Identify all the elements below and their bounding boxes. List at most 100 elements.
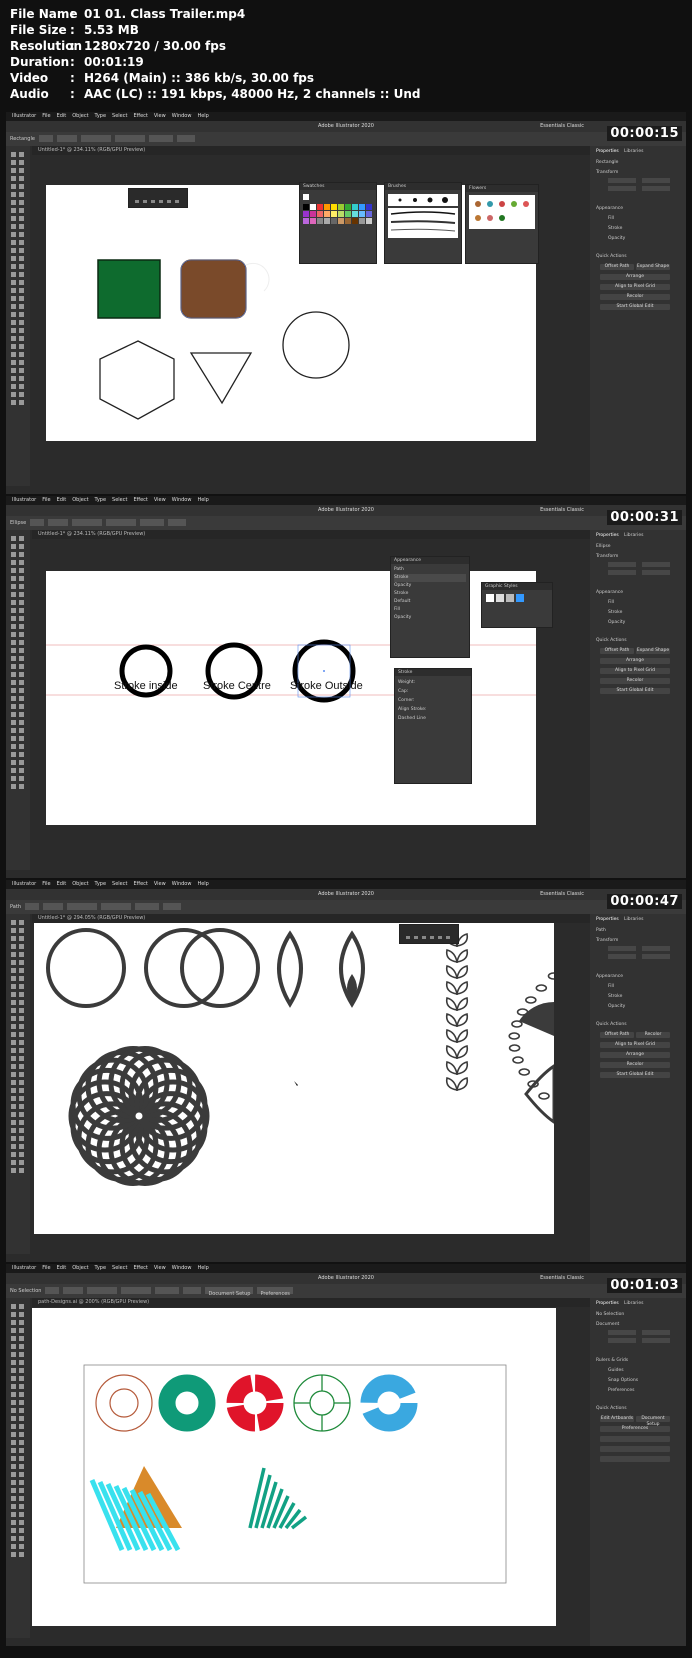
tool-icon[interactable] xyxy=(11,376,16,381)
menu-item[interactable]: Illustrator xyxy=(12,113,36,119)
opacity-field[interactable] xyxy=(155,1287,180,1294)
quick-action-2[interactable]: Recolor xyxy=(636,1032,670,1038)
swatch-chip[interactable] xyxy=(345,218,351,224)
variable-width[interactable] xyxy=(66,903,97,910)
menu-item[interactable]: File xyxy=(42,881,50,887)
tool-icon[interactable] xyxy=(19,592,24,597)
appearance-panel[interactable]: Appearance Path Stroke Opacity Stroke De… xyxy=(390,556,470,658)
h-field[interactable] xyxy=(642,1338,670,1343)
tab-properties[interactable]: Properties xyxy=(596,916,619,924)
y-field[interactable] xyxy=(608,570,636,575)
tool-icon[interactable] xyxy=(19,1336,24,1341)
h-field[interactable] xyxy=(642,570,670,575)
shape-toolbar-floating[interactable] xyxy=(128,188,188,208)
tool-icon[interactable] xyxy=(19,992,24,997)
tool-icon[interactable] xyxy=(19,272,24,277)
swatch-chip[interactable] xyxy=(352,211,358,217)
tool-icon[interactable] xyxy=(11,160,16,165)
tool-icon[interactable] xyxy=(11,384,16,389)
tool-icon[interactable] xyxy=(11,1512,16,1517)
graphic-styles-panel[interactable]: Graphic Styles xyxy=(481,582,553,628)
menu-item[interactable]: View xyxy=(154,113,166,119)
tool-icon[interactable] xyxy=(19,1384,24,1389)
tool-icon[interactable] xyxy=(19,320,24,325)
tool-icon[interactable] xyxy=(11,1128,16,1133)
laurel-wreath[interactable] xyxy=(508,972,560,1100)
fill-label[interactable]: Guides xyxy=(608,1368,624,1373)
tool-icon[interactable] xyxy=(11,768,16,773)
swatch-chip[interactable] xyxy=(324,204,330,210)
tool-icon[interactable] xyxy=(19,944,24,949)
tool-icon[interactable] xyxy=(19,728,24,733)
tool-icon[interactable] xyxy=(11,232,16,237)
stroke-label[interactable]: Stroke xyxy=(608,610,622,615)
tool-icon[interactable] xyxy=(11,1352,16,1357)
swatch-chip[interactable] xyxy=(366,211,372,217)
semicircle-shape[interactable] xyxy=(519,1002,554,1036)
tool-icon[interactable] xyxy=(11,968,16,973)
tool-icon[interactable] xyxy=(11,976,16,981)
tool-icon[interactable] xyxy=(11,1464,16,1469)
quick-action-3[interactable]: Preferences xyxy=(600,1426,670,1432)
tool-icon[interactable] xyxy=(11,1504,16,1509)
x-field[interactable] xyxy=(608,1330,636,1335)
tool-icon[interactable] xyxy=(11,744,16,749)
menu-item[interactable]: Window xyxy=(172,881,192,887)
appearance-opacity[interactable]: Opacity xyxy=(394,582,466,590)
tool-icon[interactable] xyxy=(19,984,24,989)
swatch-grid[interactable] xyxy=(300,190,376,260)
tool-icon[interactable] xyxy=(19,1040,24,1045)
tool-icon[interactable] xyxy=(19,1520,24,1525)
w-field[interactable] xyxy=(642,178,670,183)
brown-rounded-rect[interactable] xyxy=(180,259,247,319)
variable-width[interactable] xyxy=(87,1287,118,1294)
tool-icon[interactable] xyxy=(11,176,16,181)
tab-libraries[interactable]: Libraries xyxy=(624,1300,643,1308)
swatch-chip[interactable] xyxy=(317,218,323,224)
swatch-chip[interactable] xyxy=(352,204,358,210)
tool-icon[interactable] xyxy=(19,168,24,173)
tool-icon[interactable] xyxy=(19,1008,24,1013)
quick-action-3[interactable]: Arrange xyxy=(600,658,670,664)
tool-icon[interactable] xyxy=(11,1336,16,1341)
tool-icon[interactable] xyxy=(19,192,24,197)
menu-item[interactable]: Illustrator xyxy=(12,881,36,887)
quick-action-3[interactable]: Align to Pixel Grid xyxy=(600,1042,670,1048)
tool-icon[interactable] xyxy=(19,208,24,213)
menu-item[interactable]: File xyxy=(42,1265,50,1271)
menu-item[interactable]: Select xyxy=(112,1265,127,1271)
tool-icon[interactable] xyxy=(19,256,24,261)
tool-icon[interactable] xyxy=(19,1368,24,1373)
style-picker[interactable] xyxy=(168,519,187,526)
quick-action-6[interactable] xyxy=(600,1456,670,1462)
brushes-panel[interactable]: Brushes xyxy=(384,182,462,264)
tool-icon[interactable] xyxy=(11,1400,16,1405)
menu-item[interactable]: Edit xyxy=(57,1265,67,1271)
quick-action-1[interactable]: Offset Path xyxy=(600,648,634,654)
tool-icon[interactable] xyxy=(19,688,24,693)
tool-icon[interactable] xyxy=(11,1088,16,1093)
tool-icon[interactable] xyxy=(19,544,24,549)
menu-item[interactable]: Effect xyxy=(133,881,147,887)
tool-icon[interactable] xyxy=(19,608,24,613)
stroke-weight[interactable] xyxy=(56,135,77,142)
tool-icon[interactable] xyxy=(19,920,24,925)
tab-libraries[interactable]: Libraries xyxy=(624,916,643,924)
tool-icon[interactable] xyxy=(19,960,24,965)
tool-icon[interactable] xyxy=(11,1072,16,1077)
tool-icon[interactable] xyxy=(11,1032,16,1037)
tool-icon[interactable] xyxy=(19,384,24,389)
tool-icon[interactable] xyxy=(19,1136,24,1141)
tool-icon[interactable] xyxy=(19,664,24,669)
tool-icon[interactable] xyxy=(11,960,16,965)
fill-swatch[interactable] xyxy=(45,1287,60,1294)
menu-item[interactable]: Object xyxy=(72,881,88,887)
tool-icon[interactable] xyxy=(19,304,24,309)
tool-icon[interactable] xyxy=(19,680,24,685)
tool-icon[interactable] xyxy=(11,168,16,173)
tool-icon[interactable] xyxy=(11,1136,16,1141)
flower-grid[interactable] xyxy=(466,192,538,260)
quick-action-4[interactable] xyxy=(600,1436,670,1442)
quick-action-2[interactable]: Expand Shape xyxy=(636,648,670,654)
y-field[interactable] xyxy=(608,954,636,959)
